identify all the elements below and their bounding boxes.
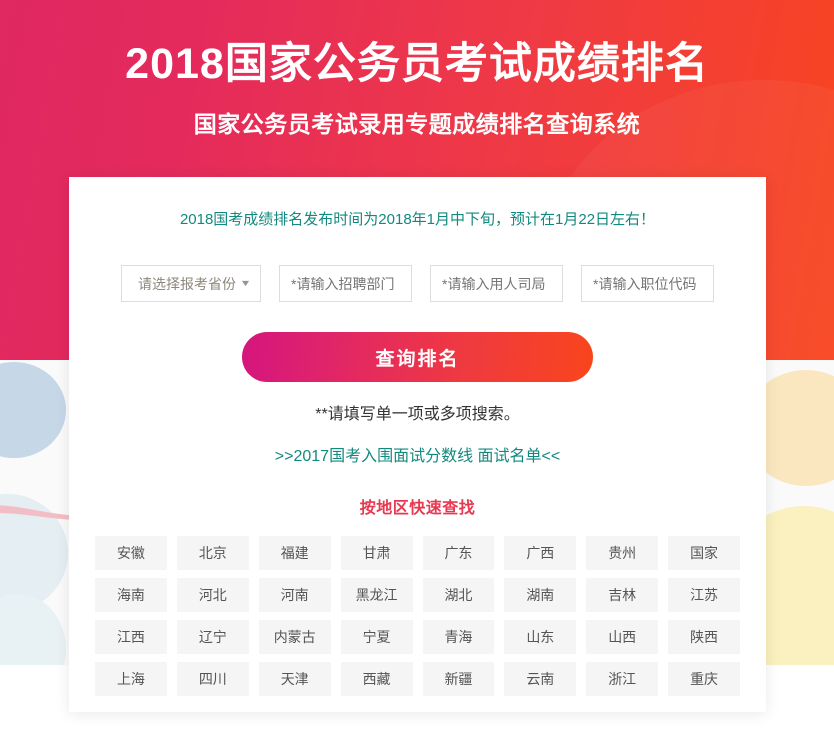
department-input[interactable] xyxy=(279,265,412,302)
interview-score-link-wrapper: >>2017国考入围面试分数线 面试名单<< xyxy=(69,442,766,466)
search-rank-button[interactable]: 查询排名 xyxy=(242,332,593,382)
release-notice: 2018国考成绩排名发布时间为2018年1月中下旬，预计在1月22日左右！ xyxy=(179,211,656,228)
province-select-label: 请选择报考省份 xyxy=(138,275,236,292)
region-cell[interactable]: 浙江 xyxy=(586,662,659,696)
region-cell[interactable]: 西藏 xyxy=(340,662,413,696)
search-button-wrapper: 查询排名 xyxy=(69,332,766,382)
chevron-down-icon: ▼ xyxy=(239,278,252,288)
region-cell[interactable]: 吉林 xyxy=(586,578,659,612)
region-cell[interactable]: 福建 xyxy=(258,536,331,570)
region-cell[interactable]: 河北 xyxy=(176,578,249,612)
region-cell[interactable]: 湖北 xyxy=(422,578,495,612)
province-select[interactable]: 请选择报考省份 ▼ xyxy=(121,265,261,302)
region-cell[interactable]: 河南 xyxy=(258,578,331,612)
region-cell[interactable]: 江西 xyxy=(95,620,167,654)
region-grid: 安徽 北京 福建 甘肃 广东 广西 贵州 国家海南 河北 河南 黑龙江 湖北 湖南 吉林 江苏江西 辽宁 内蒙古… xyxy=(95,536,740,696)
region-cell[interactable]: 宁夏 xyxy=(340,620,413,654)
region-cell[interactable]: 甘肃 xyxy=(340,536,413,570)
region-cell[interactable]: 广东 xyxy=(422,536,495,570)
region-cell[interactable]: 四川 xyxy=(176,662,249,696)
region-cell[interactable]: 重庆 xyxy=(668,662,740,696)
form-hint: **请填写单一项或多项搜索。 xyxy=(315,406,520,423)
region-cell[interactable]: 上海 xyxy=(95,662,167,696)
page-title: 2018国家公务员考试成绩排名 xyxy=(125,40,709,88)
region-cell[interactable]: 江苏 xyxy=(668,578,740,612)
region-cell[interactable]: 广西 xyxy=(504,536,577,570)
bureau-input[interactable] xyxy=(430,265,563,302)
search-card: 2018国考成绩排名发布时间为2018年1月中下旬，预计在1月22日左右！ 请选… xyxy=(69,177,766,712)
region-section-title: 按地区快速查找 xyxy=(359,500,476,517)
region-cell[interactable]: 山东 xyxy=(504,620,577,654)
blue-circle-decoration xyxy=(0,594,66,665)
region-cell[interactable]: 辽宁 xyxy=(176,620,249,654)
region-cell[interactable]: 贵州 xyxy=(586,536,659,570)
interview-score-link[interactable]: >>2017国考入围面试分数线 面试名单<< xyxy=(275,448,560,465)
region-cell[interactable]: 陕西 xyxy=(668,620,740,654)
page-root: 2018国家公务员考试成绩排名 国家公务员考试录用专题成绩排名查询系统 2018… xyxy=(0,0,834,732)
region-cell[interactable]: 北京 xyxy=(176,536,249,570)
region-cell[interactable]: 新疆 xyxy=(422,662,495,696)
blue-circle-decoration xyxy=(0,362,66,458)
region-cell[interactable]: 湖南 xyxy=(504,578,577,612)
region-cell[interactable]: 黑龙江 xyxy=(340,578,413,612)
region-cell[interactable]: 云南 xyxy=(504,662,577,696)
region-cell[interactable]: 海南 xyxy=(95,578,167,612)
region-cell[interactable]: 天津 xyxy=(258,662,331,696)
region-cell[interactable]: 内蒙古 xyxy=(258,620,331,654)
search-form: 请选择报考省份 ▼ xyxy=(69,265,766,302)
region-cell[interactable]: 山西 xyxy=(586,620,659,654)
page-subtitle: 国家公务员考试录用专题成绩排名查询系统 xyxy=(193,111,641,137)
region-cell[interactable]: 青海 xyxy=(422,620,495,654)
position-code-input[interactable] xyxy=(581,265,714,302)
region-cell[interactable]: 安徽 xyxy=(95,536,167,570)
region-cell[interactable]: 国家 xyxy=(668,536,740,570)
